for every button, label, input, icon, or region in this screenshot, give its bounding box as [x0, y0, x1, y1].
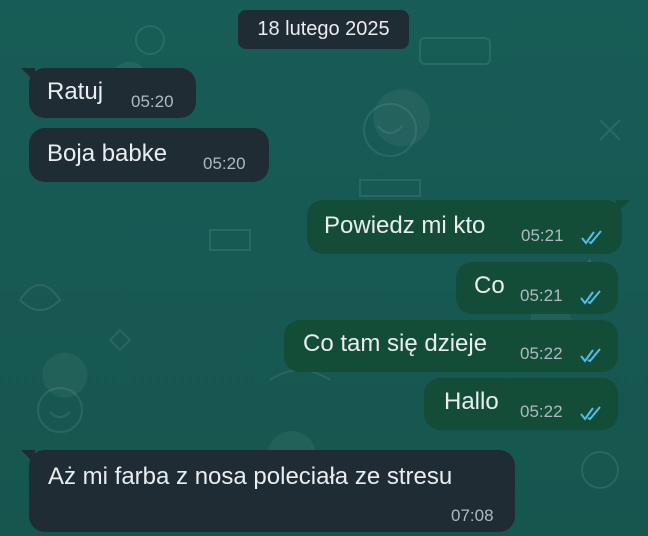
message-timestamp: 05:22 [520, 344, 563, 363]
message-bubble-incoming[interactable]: Boja babke 05:20 [29, 128, 269, 182]
message-text: Co tam się dzieje [303, 330, 488, 357]
message-text: Boja babke [47, 140, 168, 167]
bubble-tail [616, 200, 630, 214]
message-bubble-incoming[interactable]: Ratuj 05:20 [21, 68, 196, 118]
message-text: Ratuj [47, 78, 104, 105]
message-text: Hallo [444, 388, 499, 415]
message-text: Powiedz mi kto [324, 212, 486, 239]
double-check-icon [580, 348, 601, 363]
bubble-tail [21, 68, 35, 82]
message-bubble-outgoing[interactable]: Powiedz mi kto 05:21 [307, 200, 630, 254]
message-bubble-outgoing[interactable]: Co tam się dzieje 05:22 [284, 320, 618, 372]
message-timestamp: 05:21 [521, 226, 564, 245]
double-check-icon [580, 290, 601, 305]
message-text: Co [474, 272, 505, 299]
message-timestamp: 05:21 [520, 286, 563, 305]
date-divider: 18 lutego 2025 [238, 10, 409, 49]
message-timestamp: 07:08 [451, 506, 494, 525]
double-check-icon [581, 230, 602, 245]
message-bubble-incoming[interactable]: Aż mi farba z nosa poleciała ze stresu 0… [21, 450, 515, 532]
double-check-icon [580, 406, 601, 421]
message-bubble-outgoing[interactable]: Hallo 05:22 [424, 378, 618, 430]
message-timestamp: 05:20 [131, 92, 174, 111]
message-timestamp: 05:20 [203, 154, 246, 173]
message-timestamp: 05:22 [520, 402, 563, 421]
message-text: Aż mi farba z nosa poleciała ze stresu [48, 463, 453, 490]
bubble-tail [21, 450, 35, 464]
message-bubble-outgoing[interactable]: Co 05:21 [456, 262, 618, 314]
